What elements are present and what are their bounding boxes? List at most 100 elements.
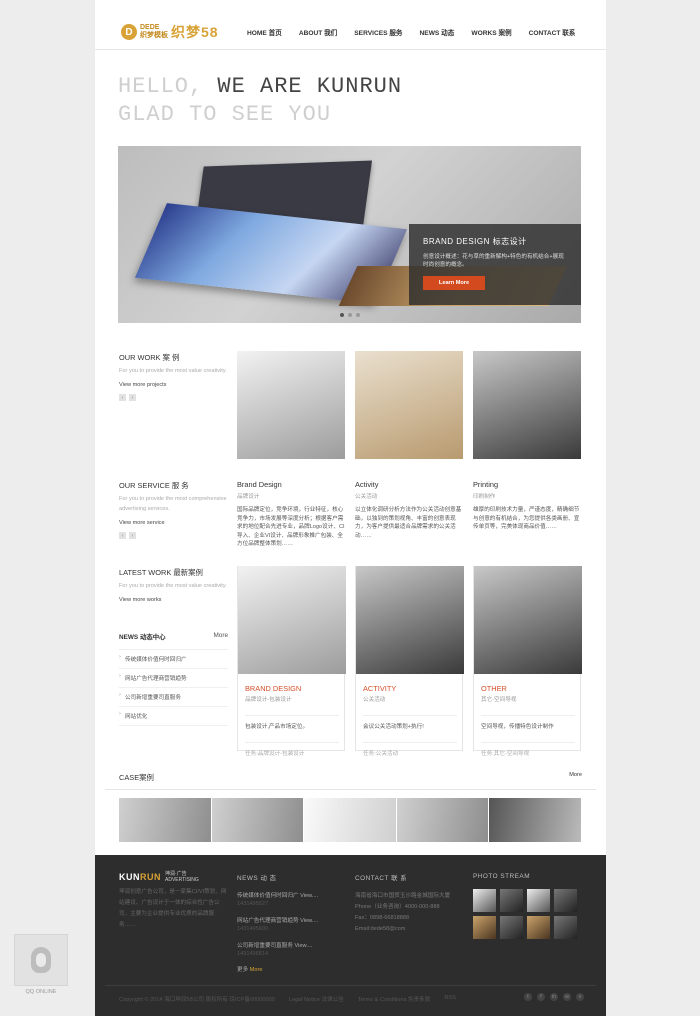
our-service-intro: OUR SERVICE 服 务 For you to provide the m… bbox=[119, 480, 229, 539]
qq-online-button[interactable] bbox=[14, 934, 68, 986]
photo-thumb[interactable] bbox=[500, 889, 523, 912]
footer-news-heading: NEWS 动 态 bbox=[237, 875, 277, 882]
news-more-link[interactable]: More bbox=[213, 632, 228, 641]
footer-news-link[interactable]: 网站广告代理商营销趋势 View.... bbox=[237, 916, 337, 924]
nav-works[interactable]: WORKS 案例 bbox=[471, 27, 511, 37]
latest-card-brand[interactable]: BRAND DESIGN 品牌设计-包装设计 包装设计,产品市场定位。 任务:品… bbox=[237, 566, 346, 757]
nav-home[interactable]: HOME 首页 bbox=[247, 27, 282, 37]
footer-news-date: 1431495600 bbox=[237, 926, 269, 932]
slider-dot-3[interactable] bbox=[356, 313, 360, 317]
service-sub: 印刷制作 bbox=[473, 494, 496, 500]
service-title[interactable]: Activity bbox=[355, 480, 463, 489]
footer-logo-b: RUN bbox=[140, 872, 161, 882]
service-brand-design: Brand Design 品牌设计 国际品牌定位，竞争环境，行业特征，核心竞争力… bbox=[237, 480, 345, 549]
footer-photo-stream: PHOTO STREAM bbox=[473, 873, 583, 939]
contact-email[interactable]: Email:dede58@com bbox=[355, 924, 465, 935]
news-item[interactable]: 公司新增重要司直服务 bbox=[119, 688, 228, 707]
latest-card-image bbox=[238, 566, 346, 674]
case-thumb[interactable] bbox=[119, 798, 212, 842]
contact-phone: Phone（业务咨询）4000-000-888 bbox=[355, 904, 440, 910]
work-thumb-brand-cards[interactable] bbox=[237, 351, 345, 459]
footer-contact: CONTACT 联 系 海南省海口市国贸玉沙路金城国际大厦 Phone（业务咨询… bbox=[355, 873, 465, 935]
hero-line1-a: HELLO, bbox=[118, 74, 218, 99]
latest-work-heading: LATEST WORK 最新案例 bbox=[119, 568, 203, 577]
latest-card-sub: 品牌设计-包装设计 bbox=[245, 697, 292, 703]
terms-link[interactable]: Terms & Conditions 免责条款 bbox=[358, 995, 430, 1003]
view-more-service-link[interactable]: View more service bbox=[119, 520, 229, 526]
news-item[interactable]: 网站优化 bbox=[119, 707, 228, 726]
cases-more-link[interactable]: More bbox=[569, 772, 582, 783]
photo-thumb[interactable] bbox=[554, 889, 577, 912]
hero-headline: HELLO, WE ARE KUNRUN GLAD TO SEE YOU bbox=[118, 73, 402, 129]
footer-news-link[interactable]: 传统媒体价值何时回归广 View.... bbox=[237, 891, 337, 899]
vimeo-icon[interactable]: v bbox=[576, 993, 584, 1001]
work-thumb-package[interactable] bbox=[355, 351, 463, 459]
photo-thumb[interactable] bbox=[473, 916, 496, 939]
service-next-arrow-icon[interactable]: › bbox=[129, 532, 136, 539]
rss-link[interactable]: RSS bbox=[444, 995, 456, 1003]
latest-card-other[interactable]: OTHER 其它-空间导视 空间导视，传播特色设计制作 任务:其它-空间导视 bbox=[473, 566, 582, 757]
footer-news-more-link[interactable]: 更多 More bbox=[237, 965, 337, 973]
latest-work-intro: LATEST WORK 最新案例 For you to provide the … bbox=[119, 567, 229, 603]
photo-thumb[interactable] bbox=[500, 916, 523, 939]
case-thumb[interactable] bbox=[489, 798, 582, 842]
slide-desc: 创意设计概述：花与草的重新解构+特色的有机结合+展现时尚创意的概念。 bbox=[423, 254, 564, 268]
site-logo[interactable]: D DEDE 织梦模板 织梦58 bbox=[121, 21, 219, 43]
work-next-arrow-icon[interactable]: › bbox=[129, 394, 136, 401]
work-prev-arrow-icon[interactable]: ‹ bbox=[119, 394, 126, 401]
footer-news: NEWS 动 态 传统媒体价值何时回归广 View.... 1431495527 … bbox=[237, 873, 337, 973]
linkedin-icon[interactable]: in bbox=[550, 993, 558, 1001]
service-title[interactable]: Printing bbox=[473, 480, 581, 489]
latest-card-image bbox=[474, 566, 582, 674]
photo-thumb[interactable] bbox=[527, 889, 550, 912]
case-thumb[interactable] bbox=[304, 798, 397, 842]
case-thumb[interactable] bbox=[211, 798, 305, 842]
nav-contact[interactable]: CONTACT 联系 bbox=[529, 27, 576, 37]
twitter-icon[interactable]: t bbox=[524, 993, 532, 1001]
slide-caption: BRAND DESIGN 标志设计 创意设计概述：花与草的重新解构+特色的有机结… bbox=[409, 224, 581, 305]
latest-card-title: BRAND DESIGN bbox=[245, 684, 302, 693]
nav-news[interactable]: NEWS 动态 bbox=[420, 27, 455, 37]
our-work-intro: OUR WORK 案 例 For you to provide the most… bbox=[119, 352, 229, 401]
logo-sub-cn: 织梦模板 bbox=[140, 32, 168, 39]
latest-card-image bbox=[356, 566, 464, 674]
news-item[interactable]: 传统媒体价值何时回归广 bbox=[119, 650, 228, 669]
news-item[interactable]: 网站广告代理商营销趋势 bbox=[119, 669, 228, 688]
work-thumb-event[interactable] bbox=[473, 351, 581, 459]
footer-bottom: Copyright © 2014 海口坤润58公司 版权所有 琼ICP备0000… bbox=[105, 985, 596, 1003]
service-prev-arrow-icon[interactable]: ‹ bbox=[119, 532, 126, 539]
slider-dot-2[interactable] bbox=[348, 313, 352, 317]
view-more-projects-link[interactable]: View more projects bbox=[119, 382, 229, 388]
news-center: NEWS 动态中心 More 传统媒体价值何时回归广 网站广告代理商营销趋势 公… bbox=[119, 632, 228, 726]
latest-card-sub: 其它-空间导视 bbox=[481, 697, 517, 703]
latest-card-activity[interactable]: ACTIVITY 公关活动 会议公关活动策划+执行! 任务:公关活动 bbox=[355, 566, 464, 757]
photo-thumb[interactable] bbox=[527, 916, 550, 939]
qq-penguin-icon bbox=[31, 947, 51, 973]
nav-about[interactable]: ABOUT 我们 bbox=[299, 27, 337, 37]
logo-mark: D bbox=[121, 24, 137, 40]
case-thumb[interactable] bbox=[396, 798, 490, 842]
service-desc: 以立体化调研分析方法作为公关活动创意基础，以独到的策划视角、丰富的创意表现力，为… bbox=[355, 507, 462, 539]
facebook-icon[interactable]: f bbox=[537, 993, 545, 1001]
our-work-desc: For you to provide the most value creati… bbox=[119, 368, 227, 374]
view-more-works-link[interactable]: View more works bbox=[119, 597, 229, 603]
latest-card-sub: 公关活动 bbox=[363, 697, 386, 703]
legal-notice-link[interactable]: Legal Notice 法律公告 bbox=[289, 995, 344, 1003]
latest-card-desc: 会议公关活动策划+执行! bbox=[363, 715, 457, 730]
footer-about: 坤润创意广告公司，是一家集CI/VI策划、网站建设、广告设计于一体的综合性广告公… bbox=[119, 889, 227, 928]
footer-news-link[interactable]: 公司新增重要司直服务 View.... bbox=[237, 941, 337, 949]
service-activity: Activity 公关活动 以立体化调研分析方法作为公关活动创意基础，以独到的策… bbox=[355, 480, 463, 540]
photo-thumb[interactable] bbox=[473, 889, 496, 912]
cases-header: CASE案例 More bbox=[119, 772, 582, 783]
latest-card-desc: 空间导视，传播特色设计制作 bbox=[481, 715, 575, 730]
weibo-icon[interactable]: w bbox=[563, 993, 571, 1001]
hero-slider[interactable]: BRAND DESIGN 标志设计 创意设计概述：花与草的重新解构+特色的有机结… bbox=[118, 146, 581, 323]
photo-thumb[interactable] bbox=[554, 916, 577, 939]
slider-dot-1[interactable] bbox=[340, 313, 344, 317]
nav-services[interactable]: SERVICES 服务 bbox=[354, 27, 402, 37]
latest-card-task: 任务:公关活动 bbox=[363, 742, 457, 757]
slider-pagination bbox=[340, 313, 360, 317]
divider bbox=[105, 789, 596, 790]
learn-more-button[interactable]: Learn More bbox=[423, 276, 485, 290]
service-title[interactable]: Brand Design bbox=[237, 480, 345, 489]
